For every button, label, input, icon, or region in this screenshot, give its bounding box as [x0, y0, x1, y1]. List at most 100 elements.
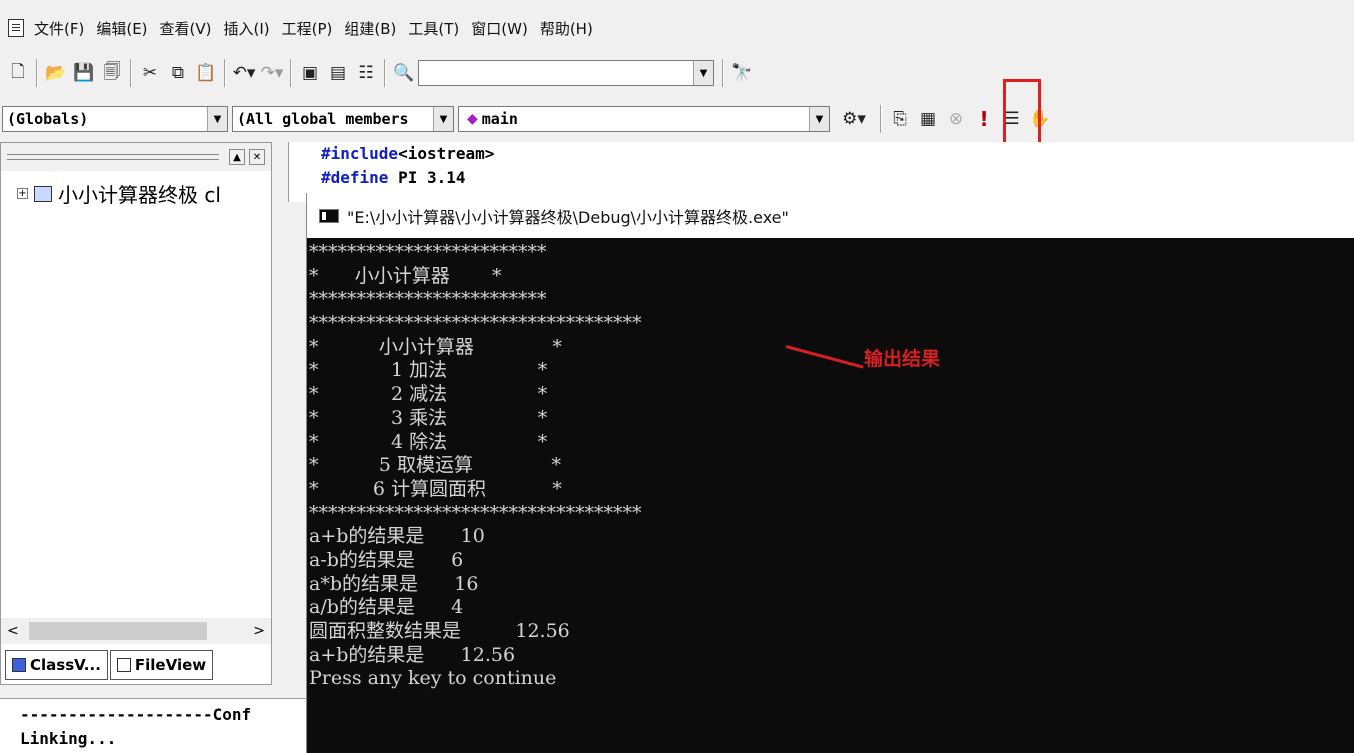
- workspace-pane: ▲ ✕ + 小小计算器终极 cl < > ClassV... FileView: [0, 142, 272, 685]
- tab-classview[interactable]: ClassV...: [5, 650, 108, 680]
- redo-icon[interactable]: ↷▾: [258, 59, 286, 87]
- members-combo-value: (All global members: [237, 110, 409, 128]
- menu-insert[interactable]: 插入(I): [220, 18, 278, 39]
- toolbar-separator: [36, 59, 38, 87]
- annotation-label: 输出结果: [864, 348, 941, 370]
- function-diamond-icon: ◆: [467, 111, 478, 127]
- code-text: <iostream>: [398, 144, 495, 163]
- build-icon[interactable]: ▦: [914, 105, 942, 133]
- class-tab-icon: [12, 658, 26, 672]
- horizontal-scrollbar[interactable]: < >: [1, 618, 271, 644]
- console-line: Press any key to continue: [309, 667, 557, 690]
- document-icon[interactable]: [8, 19, 24, 37]
- console-title: "E:\小小计算器\小小计算器终极\Debug\小小计算器终极.exe": [347, 207, 789, 227]
- console-line: * 1 加法 *: [309, 359, 548, 382]
- output-window-icon[interactable]: ▤: [324, 59, 352, 87]
- console-line: a+b的结果是 12.56: [309, 643, 516, 666]
- console-line: * 4 除法 *: [309, 430, 548, 453]
- scroll-thumb[interactable]: [29, 622, 207, 640]
- compile-icon[interactable]: ⎘: [886, 105, 914, 133]
- console-titlebar[interactable]: "E:\小小计算器\小小计算器终极\Debug\小小计算器终极.exe": [307, 193, 1354, 238]
- chevron-down-icon[interactable]: ▼: [433, 107, 453, 131]
- globals-combo[interactable]: (Globals) ▼: [2, 106, 228, 132]
- expand-icon[interactable]: +: [17, 188, 28, 199]
- paste-icon[interactable]: 📋: [192, 59, 220, 87]
- tab-fileview[interactable]: FileView: [109, 650, 214, 680]
- output-line: --------------------Conf: [20, 705, 252, 724]
- tree-item-label: 小小计算器终极 cl: [58, 183, 221, 207]
- open-folder-icon[interactable]: 📂: [42, 59, 70, 87]
- menu-build[interactable]: 组建(B): [340, 18, 404, 39]
- chevron-down-icon[interactable]: ▼: [207, 107, 227, 131]
- tree-item-project[interactable]: + 小小计算器终极 cl: [17, 179, 221, 208]
- save-all-icon[interactable]: 🗐: [98, 59, 126, 87]
- console-line: a+b的结果是 10: [309, 525, 485, 548]
- console-output: ************************* * 小小计算器 * ******…: [307, 238, 1354, 691]
- new-file-icon[interactable]: 🗋: [4, 59, 32, 87]
- toolbar-separator: [384, 59, 386, 87]
- console-line: * 小小计算器 *: [309, 264, 502, 287]
- wizard-actions-icon[interactable]: ⚙▾: [832, 105, 876, 133]
- function-combo-value: main: [481, 110, 518, 128]
- build-output-pane: --------------------Conf Linking...: [0, 698, 306, 753]
- class-view-icon: [34, 185, 52, 202]
- find-icon[interactable]: 🔭: [728, 59, 756, 87]
- file-tab-icon: [116, 658, 131, 672]
- workspace-tabs: ClassV... FileView: [5, 650, 214, 680]
- find-combo[interactable]: ▼: [418, 60, 714, 86]
- workspace-pane-header: ▲ ✕: [1, 143, 271, 171]
- console-line: * 2 减法 *: [309, 383, 548, 406]
- console-line: a*b的结果是 16: [309, 572, 479, 595]
- tab-fileview-label: FileView: [134, 656, 207, 674]
- console-line: * 小小计算器 *: [309, 335, 562, 358]
- cut-icon[interactable]: ✂: [136, 59, 164, 87]
- close-icon[interactable]: ✕: [249, 149, 265, 165]
- console-line: * 5 取模运算 *: [309, 454, 562, 477]
- console-line: * 6 计算圆面积 *: [309, 477, 562, 500]
- console-window[interactable]: "E:\小小计算器\小小计算器终极\Debug\小小计算器终极.exe" ***…: [306, 193, 1354, 753]
- stop-build-icon[interactable]: ⊗: [942, 105, 970, 133]
- pane-dock-icon[interactable]: ▲: [229, 149, 245, 165]
- toolbar-separator: [130, 59, 132, 87]
- menu-tools[interactable]: 工具(T): [404, 18, 467, 39]
- console-line: *************************: [309, 241, 547, 263]
- code-line: #include<iostream>: [321, 144, 494, 163]
- globals-combo-value: (Globals): [7, 110, 89, 128]
- toolbar-separator: [722, 59, 724, 87]
- keyword: #define: [321, 168, 389, 187]
- members-combo[interactable]: (All global members ▼: [232, 106, 454, 132]
- menu-project[interactable]: 工程(P): [278, 18, 341, 39]
- console-line: *************************: [309, 288, 547, 311]
- console-line: ***********************************: [309, 312, 642, 335]
- console-line: a/b的结果是 4: [309, 596, 464, 619]
- pane-grip[interactable]: [7, 154, 219, 160]
- console-line: * 3 乘法 *: [309, 406, 548, 429]
- find-in-files-icon[interactable]: 🔍: [390, 59, 418, 87]
- console-line: a-b的结果是 6: [309, 548, 464, 571]
- copy-icon[interactable]: ⧉: [164, 59, 192, 87]
- tab-classview-label: ClassV...: [30, 656, 101, 674]
- standard-toolbar: 🗋 📂 💾 🗐 ✂ ⧉ 📋 ↶▾ ↷▾ ▣ ▤ ☷ 🔍 ▼ 🔭: [0, 52, 1354, 94]
- chevron-down-icon[interactable]: ▼: [693, 61, 713, 85]
- toolbar-separator: [224, 59, 226, 87]
- menu-bar: 文件(F) 编辑(E) 查看(V) 插入(I) 工程(P) 组建(B) 工具(T…: [0, 10, 1354, 46]
- chevron-down-icon[interactable]: ▼: [809, 107, 829, 131]
- scroll-right-icon[interactable]: >: [253, 623, 265, 639]
- console-line: 圆面积整数结果是 12.56: [309, 620, 570, 642]
- execute-icon[interactable]: !: [970, 105, 998, 133]
- menu-view[interactable]: 查看(V): [156, 18, 220, 39]
- undo-icon[interactable]: ↶▾: [230, 59, 258, 87]
- menu-edit[interactable]: 编辑(E): [92, 18, 155, 39]
- menu-window[interactable]: 窗口(W): [467, 18, 536, 39]
- menu-help[interactable]: 帮助(H): [536, 18, 601, 39]
- workspace-icon[interactable]: ▣: [296, 59, 324, 87]
- menu-file[interactable]: 文件(F): [30, 18, 92, 39]
- function-combo[interactable]: ◆ main ▼: [458, 106, 830, 132]
- toolbar-separator: [290, 59, 292, 87]
- scroll-left-icon[interactable]: <: [7, 623, 19, 639]
- code-text: PI 3.14: [388, 168, 466, 187]
- save-icon[interactable]: 💾: [70, 59, 98, 87]
- wizard-build-toolbar: (Globals) ▼ (All global members ▼ ◆ main…: [0, 98, 1354, 140]
- code-line: #define PI 3.14: [321, 168, 466, 187]
- window-list-icon[interactable]: ☷: [352, 59, 380, 87]
